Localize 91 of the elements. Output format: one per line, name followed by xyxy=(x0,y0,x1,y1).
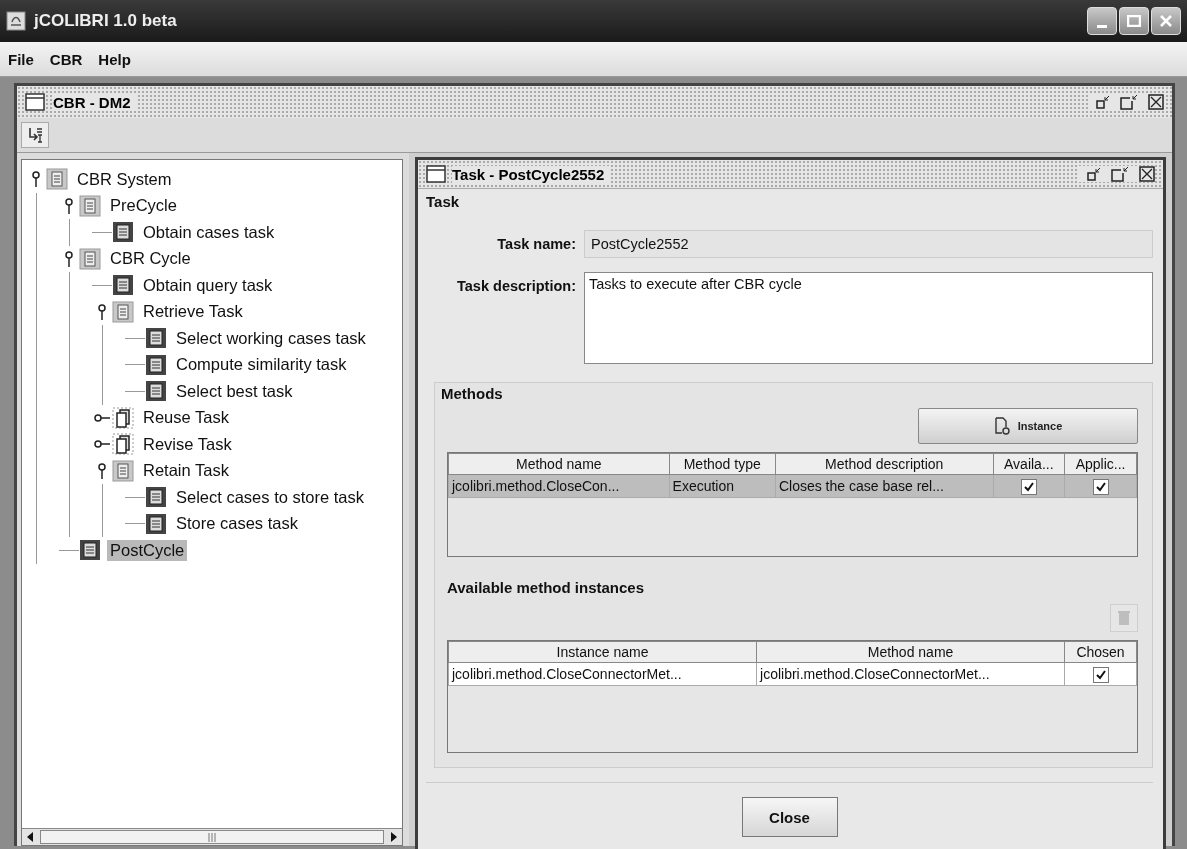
tree-item[interactable]: Retain Task xyxy=(140,460,232,482)
task-group-icon xyxy=(112,300,134,323)
close-icon xyxy=(1159,14,1173,28)
table-cell: Execution xyxy=(669,474,776,498)
scroll-right-icon[interactable] xyxy=(391,832,397,842)
task-group-icon xyxy=(46,168,68,191)
task-icon xyxy=(145,512,167,535)
tree-item[interactable]: Select best task xyxy=(173,380,296,402)
minimize-icon xyxy=(1096,24,1108,28)
document-icon xyxy=(993,417,1010,435)
close-button[interactable]: Close xyxy=(741,797,838,837)
tree-item[interactable]: Reuse Task xyxy=(140,407,232,429)
tree-item[interactable]: Compute similarity task xyxy=(173,354,350,376)
task-icon xyxy=(145,486,167,509)
tree-item[interactable]: Select cases to store task xyxy=(173,486,367,508)
tree-item[interactable]: CBR Cycle xyxy=(107,248,194,270)
task-icon xyxy=(145,353,167,376)
app-icon xyxy=(6,11,26,31)
task-name-field[interactable]: PostCycle2552 xyxy=(584,230,1153,258)
group-title: Methods xyxy=(441,385,504,402)
column-header[interactable]: Method name xyxy=(756,641,1065,663)
column-header[interactable]: Method description xyxy=(775,453,994,475)
instance-button[interactable]: Instance xyxy=(918,408,1138,444)
window-icon xyxy=(426,165,446,183)
task-group-icon xyxy=(79,194,101,217)
group-title: Available method instances xyxy=(447,579,645,596)
column-header[interactable]: Chosen xyxy=(1064,641,1137,663)
task-icon xyxy=(79,539,101,562)
horizontal-scrollbar[interactable] xyxy=(22,828,402,845)
section-title: Task xyxy=(426,193,461,210)
documents-icon xyxy=(112,433,134,456)
collapse-handle-icon[interactable] xyxy=(65,250,73,267)
tree-item[interactable]: Select working cases task xyxy=(173,327,369,349)
collapse-handle-icon[interactable] xyxy=(98,462,106,479)
trash-icon xyxy=(1118,610,1130,626)
window-icon xyxy=(25,93,45,111)
task-icon xyxy=(112,274,134,297)
table-cell: jcolibri.method.CloseCon... xyxy=(448,474,670,498)
close-icon[interactable] xyxy=(1139,166,1155,182)
documents-icon xyxy=(112,406,134,429)
frame-title: CBR - DM2 xyxy=(53,93,137,111)
tree-item[interactable]: PreCycle xyxy=(107,195,180,217)
window-title: jCOLIBRI 1.0 beta xyxy=(34,11,177,31)
close-icon[interactable] xyxy=(1148,94,1164,110)
tree-item[interactable]: Obtain query task xyxy=(140,274,276,296)
menu-item[interactable]: Help xyxy=(96,48,133,70)
tree-item[interactable]: PostCycle xyxy=(107,539,188,561)
scroll-left-icon[interactable] xyxy=(27,832,33,842)
toolbar-button[interactable] xyxy=(21,122,49,148)
close-button[interactable] xyxy=(1151,7,1181,35)
maximize-icon xyxy=(1127,15,1141,27)
task-group-icon xyxy=(79,247,101,270)
table-cell: Closes the case base rel... xyxy=(775,474,994,498)
tree-item[interactable]: Obtain cases task xyxy=(140,221,278,243)
field-label: Task description: xyxy=(456,277,576,294)
field-label: Task name: xyxy=(496,235,576,252)
collapse-handle-icon[interactable] xyxy=(32,171,40,188)
tree-item[interactable]: Retrieve Task xyxy=(140,301,246,323)
task-icon xyxy=(145,327,167,350)
maximize-icon[interactable] xyxy=(1120,94,1138,110)
collapse-handle-icon[interactable] xyxy=(65,197,73,214)
tree-item[interactable]: Revise Task xyxy=(140,433,235,455)
checkbox[interactable] xyxy=(1092,478,1109,495)
task-icon xyxy=(145,380,167,403)
tree-item[interactable]: Store cases task xyxy=(173,513,301,535)
maximize-icon[interactable] xyxy=(1111,166,1129,182)
column-header[interactable]: Method type xyxy=(669,453,776,475)
checkbox[interactable] xyxy=(1020,478,1037,495)
tree-layout-icon xyxy=(26,126,44,144)
table-cell: jcolibri.method.CloseConnectorMet... xyxy=(448,662,757,686)
column-header[interactable]: Method name xyxy=(448,453,670,475)
iconify-icon[interactable] xyxy=(1087,167,1101,181)
minimize-button[interactable] xyxy=(1087,7,1117,35)
menu-item[interactable]: CBR xyxy=(47,48,85,70)
task-icon xyxy=(112,221,134,244)
table-cell: jcolibri.method.CloseConnectorMet... xyxy=(756,662,1065,686)
task-group-icon xyxy=(112,459,134,482)
menu-item[interactable]: File xyxy=(6,48,36,70)
maximize-button[interactable] xyxy=(1119,7,1149,35)
expand-handle-icon[interactable] xyxy=(94,440,110,449)
grip-icon xyxy=(208,832,216,842)
expand-handle-icon[interactable] xyxy=(94,413,110,422)
collapse-handle-icon[interactable] xyxy=(98,303,106,320)
column-header[interactable]: Applic... xyxy=(1064,453,1137,475)
column-header[interactable]: Instance name xyxy=(448,641,757,663)
tree-item[interactable]: CBR System xyxy=(74,168,175,190)
column-header[interactable]: Availa... xyxy=(993,453,1065,475)
iconify-icon[interactable] xyxy=(1096,95,1110,109)
task-window-title: Task - PostCycle2552 xyxy=(452,165,611,183)
checkbox[interactable] xyxy=(1092,666,1109,683)
task-description-field[interactable]: Tasks to execute after CBR cycle xyxy=(584,272,1153,364)
